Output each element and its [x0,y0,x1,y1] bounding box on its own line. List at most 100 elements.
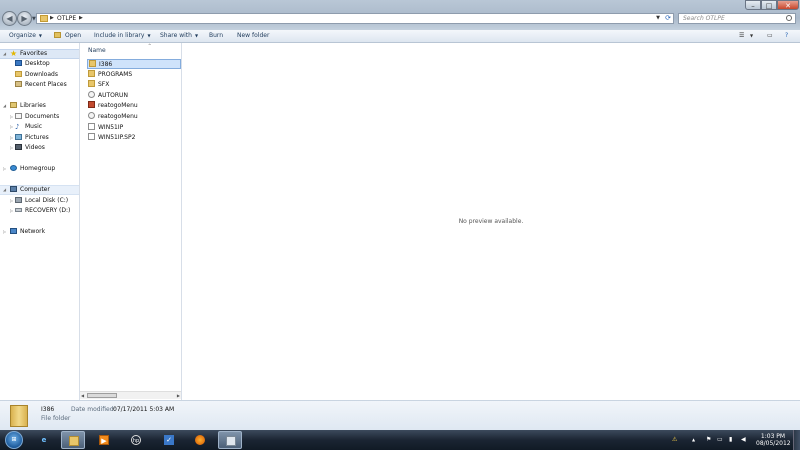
breadcrumb-otlpe[interactable]: OTLPE [57,14,76,23]
preview-pane: No preview available. [182,43,800,400]
folder-icon [69,436,79,446]
organize-button[interactable]: Organize ▼ [9,30,42,42]
expand-arrow-icon[interactable]: ▷ [3,227,6,237]
expand-arrow-icon[interactable]: ▷ [3,164,6,174]
nav-homegroup-label: Homegroup [20,165,56,172]
preview-message: No preview available. [458,218,524,225]
nav-downloads[interactable]: Downloads [15,70,58,80]
nav-recent-places[interactable]: Recent Places [15,80,67,90]
device-icon[interactable]: ▭ [717,435,723,445]
nav-favorites[interactable]: ★ Favorites [10,49,47,59]
help-icon[interactable]: ? [785,32,788,40]
close-button[interactable]: ✕ [777,0,799,10]
nav-documents[interactable]: Documents [15,112,59,122]
share-with-button[interactable]: Share with ▼ [160,30,198,42]
notification-warning-icon[interactable]: ⚠ [672,435,677,445]
taskbar-firefox[interactable] [188,431,212,449]
scroll-left-icon[interactable]: ◀ [81,392,84,399]
collapse-arrow-icon[interactable]: ◢ [3,185,6,195]
action-center-flag-icon[interactable]: ⚑ [706,435,711,445]
nav-pictures[interactable]: Pictures [15,133,49,143]
nav-local-disk[interactable]: Local Disk (C:) [15,196,68,206]
horizontal-scrollbar[interactable]: ◀ ▶ [80,391,181,399]
views-dropdown-icon[interactable]: ▼ [750,32,753,40]
nav-desktop[interactable]: Desktop [15,59,50,69]
taskbar-hp[interactable]: hp [124,431,148,449]
search-input[interactable]: Search OTLPE [678,13,796,24]
show-hidden-icons-icon[interactable]: ▲ [692,435,695,445]
chevron-down-icon: ▼ [194,33,199,38]
nav-network-label: Network [20,228,46,235]
file-row[interactable]: reatogoMenu [87,101,181,111]
details-pane: I386 Date modified: 07/17/2011 5:03 AM F… [0,400,800,430]
open-button[interactable]: Open [54,30,81,42]
taskbar-internet-explorer[interactable]: e [32,431,56,449]
nav-music[interactable]: ♪ Music [15,122,42,132]
address-dropdown-icon[interactable]: ▼ [656,14,660,23]
file-row[interactable]: reatogoMenu [87,112,181,122]
breadcrumb-separator-icon[interactable]: ▶ [50,14,54,23]
minimize-button[interactable]: – [745,0,761,10]
refresh-icon[interactable]: ⟳ [665,14,671,23]
nav-libraries[interactable]: Libraries [10,101,46,111]
nav-pictures-label: Pictures [25,134,49,141]
expand-arrow-icon[interactable]: ▷ [10,112,13,122]
expand-arrow-icon[interactable]: ▷ [10,122,13,132]
show-desktop-button[interactable] [793,430,800,450]
forward-button[interactable]: ▶ [17,11,32,26]
include-in-library-button[interactable]: Include in library ▼ [94,30,151,42]
nav-libraries-label: Libraries [20,102,46,109]
address-bar[interactable]: ▶ OTLPE ▶ ▼ ⟳ [36,13,674,24]
file-row[interactable]: AUTORUN [87,90,181,101]
file-list: Name ^ I386 PROGRAMS SFX AUTORUN reatogoMenu… [80,43,182,400]
file-row[interactable]: WIN51IP [87,122,181,133]
views-icon[interactable]: ☰ [739,32,744,40]
start-button[interactable]: ⊞ [5,431,23,449]
network-signal-icon[interactable]: ▮ [729,435,732,445]
nav-videos[interactable]: Videos [15,143,45,153]
nav-computer[interactable]: Computer [10,185,50,195]
expand-arrow-icon[interactable]: ▷ [10,206,13,216]
burn-button[interactable]: Burn [209,30,223,42]
collapse-arrow-icon[interactable]: ◢ [3,49,6,59]
taskbar-windows-explorer[interactable] [61,431,85,449]
taskbar-app-check[interactable]: ✓ [157,431,181,449]
expand-arrow-icon[interactable]: ▷ [10,143,13,153]
file-name: AUTORUN [98,91,128,99]
scroll-thumb[interactable] [87,393,117,398]
folder-icon [40,15,48,22]
clock[interactable]: 1:03 PM 08/05/2012 [756,433,791,447]
nav-recovery-label: RECOVERY (D:) [25,207,71,214]
collapse-arrow-icon[interactable]: ◢ [3,101,6,111]
chevron-down-icon: ▼ [38,33,42,38]
chevron-down-icon: ▼ [147,33,151,38]
file-row[interactable]: PROGRAMS [87,69,181,80]
volume-icon[interactable]: ◀ [741,435,746,445]
breadcrumb-chevron-icon[interactable]: ▶ [79,14,83,23]
taskbar-media-player[interactable]: ▶ [92,431,116,449]
back-button[interactable]: ◀ [2,11,17,26]
nav-desktop-label: Desktop [25,60,50,67]
clock-date: 08/05/2012 [756,440,791,447]
file-row[interactable]: SFX [87,80,181,90]
open-icon [54,32,61,38]
file-row[interactable]: I386 [87,59,181,69]
preview-pane-icon[interactable]: ▭ [767,32,773,40]
nav-recovery[interactable]: RECOVERY (D:) [15,206,70,216]
title-bar: ◀ ▶ ▼ ▶ OTLPE ▶ ▼ ⟳ Search OTLPE – □ ✕ [0,0,800,30]
taskbar-app-window[interactable] [218,431,242,449]
nav-network[interactable]: Network [10,227,45,237]
search-icon[interactable] [786,15,792,21]
maximize-button[interactable]: □ [761,0,777,10]
expand-arrow-icon[interactable]: ▷ [10,133,13,143]
expand-arrow-icon[interactable]: ▷ [10,196,13,206]
scroll-right-icon[interactable]: ▶ [177,392,180,399]
settings-file-icon [88,112,95,119]
nav-homegroup[interactable]: Homegroup [10,164,55,174]
column-header-name[interactable]: Name [88,47,106,54]
include-in-library-label: Include in library [94,32,145,39]
document-icon [88,133,95,141]
new-folder-button[interactable]: New folder [237,30,269,42]
network-icon [10,228,17,234]
file-row[interactable]: WIN51IP.SP2 [87,133,181,143]
